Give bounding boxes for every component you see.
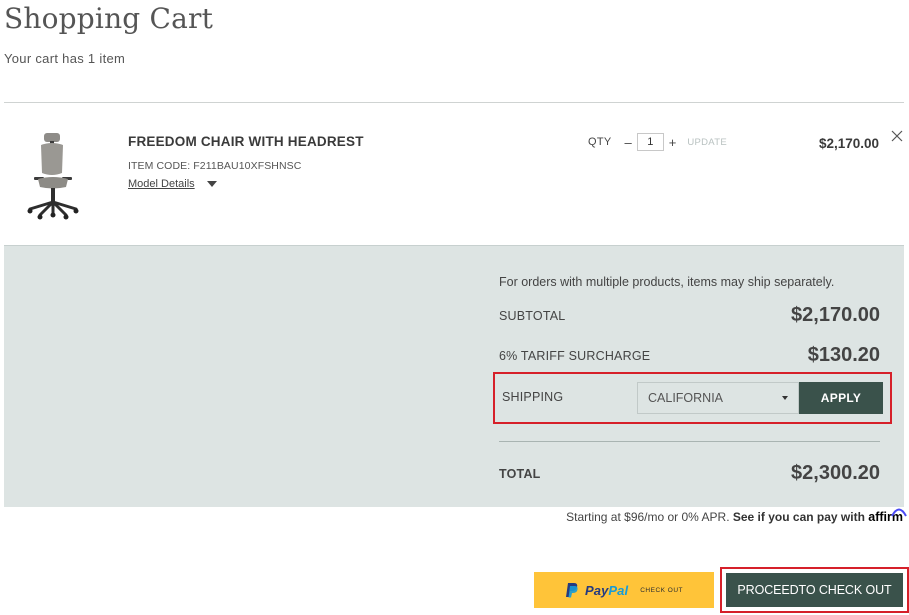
item-code: ITEM CODE: F211BAU10XFSHNSC xyxy=(128,160,302,172)
paypal-icon xyxy=(565,583,578,598)
shipping-selected-value: CALIFORNIA xyxy=(648,391,724,405)
checkout-highlight: PROCEEDTO CHECK OUT xyxy=(720,567,909,613)
affirm-logo: affirm xyxy=(868,508,907,524)
financing-text: Starting at $96/mo or 0% APR. xyxy=(566,510,730,524)
order-summary: For orders with multiple products, items… xyxy=(4,245,904,507)
apply-button[interactable]: APPLY xyxy=(799,382,883,414)
qty-decrease-button[interactable]: – xyxy=(620,135,637,150)
page-title: Shopping Cart xyxy=(4,2,214,35)
close-icon[interactable] xyxy=(890,129,904,143)
proceed-to-checkout-button[interactable]: PROCEEDTO CHECK OUT xyxy=(726,573,903,607)
shipping-row: SHIPPING CALIFORNIA APPLY xyxy=(493,372,892,424)
paypal-checkout-button[interactable]: PayPal CHECK OUT xyxy=(534,572,714,608)
qty-input[interactable] xyxy=(636,133,664,151)
model-details-label: Model Details xyxy=(128,178,195,190)
product-name[interactable]: FREEDOM CHAIR WITH HEADREST xyxy=(128,134,364,149)
cart-item-row: FREEDOM CHAIR WITH HEADREST ITEM CODE: F… xyxy=(4,103,904,245)
item-price: $2,170.00 xyxy=(818,136,879,151)
cart-count-text: Your cart has 1 item xyxy=(4,51,126,66)
shipping-state-select[interactable]: CALIFORNIA xyxy=(637,382,799,414)
tariff-label: 6% TARIFF SURCHARGE xyxy=(499,349,651,363)
update-button[interactable]: UPDATE xyxy=(687,137,727,148)
shipping-note: For orders with multiple products, items… xyxy=(499,275,835,289)
paypal-checkout-label: CHECK OUT xyxy=(640,586,684,594)
subtotal-label: SUBTOTAL xyxy=(499,309,566,323)
tariff-value: $130.20 xyxy=(807,344,880,366)
qty-increase-button[interactable]: + xyxy=(664,135,682,150)
quantity-stepper: QTY – + UPDATE xyxy=(588,133,727,151)
total-value: $2,300.20 xyxy=(791,462,880,484)
shipping-label: SHIPPING xyxy=(502,390,564,404)
model-details-toggle[interactable]: Model Details xyxy=(128,178,217,190)
affirm-arc-icon xyxy=(891,508,907,517)
paypal-logo: PayPal xyxy=(585,583,628,598)
financing-message: Starting at $96/mo or 0% APR. See if you… xyxy=(566,508,907,524)
caret-down-icon xyxy=(782,396,788,400)
subtotal-value: $2,170.00 xyxy=(791,304,880,326)
total-label: TOTAL xyxy=(499,467,541,481)
chevron-down-icon xyxy=(206,181,217,187)
office-chair-image[interactable] xyxy=(22,131,84,221)
divider xyxy=(499,441,880,442)
paypal-pal-text: Pal xyxy=(608,582,629,598)
qty-label: QTY xyxy=(588,136,612,148)
paypal-pay-text: Pay xyxy=(584,582,609,598)
affirm-prequal-link[interactable]: See if you can pay with xyxy=(733,510,865,524)
